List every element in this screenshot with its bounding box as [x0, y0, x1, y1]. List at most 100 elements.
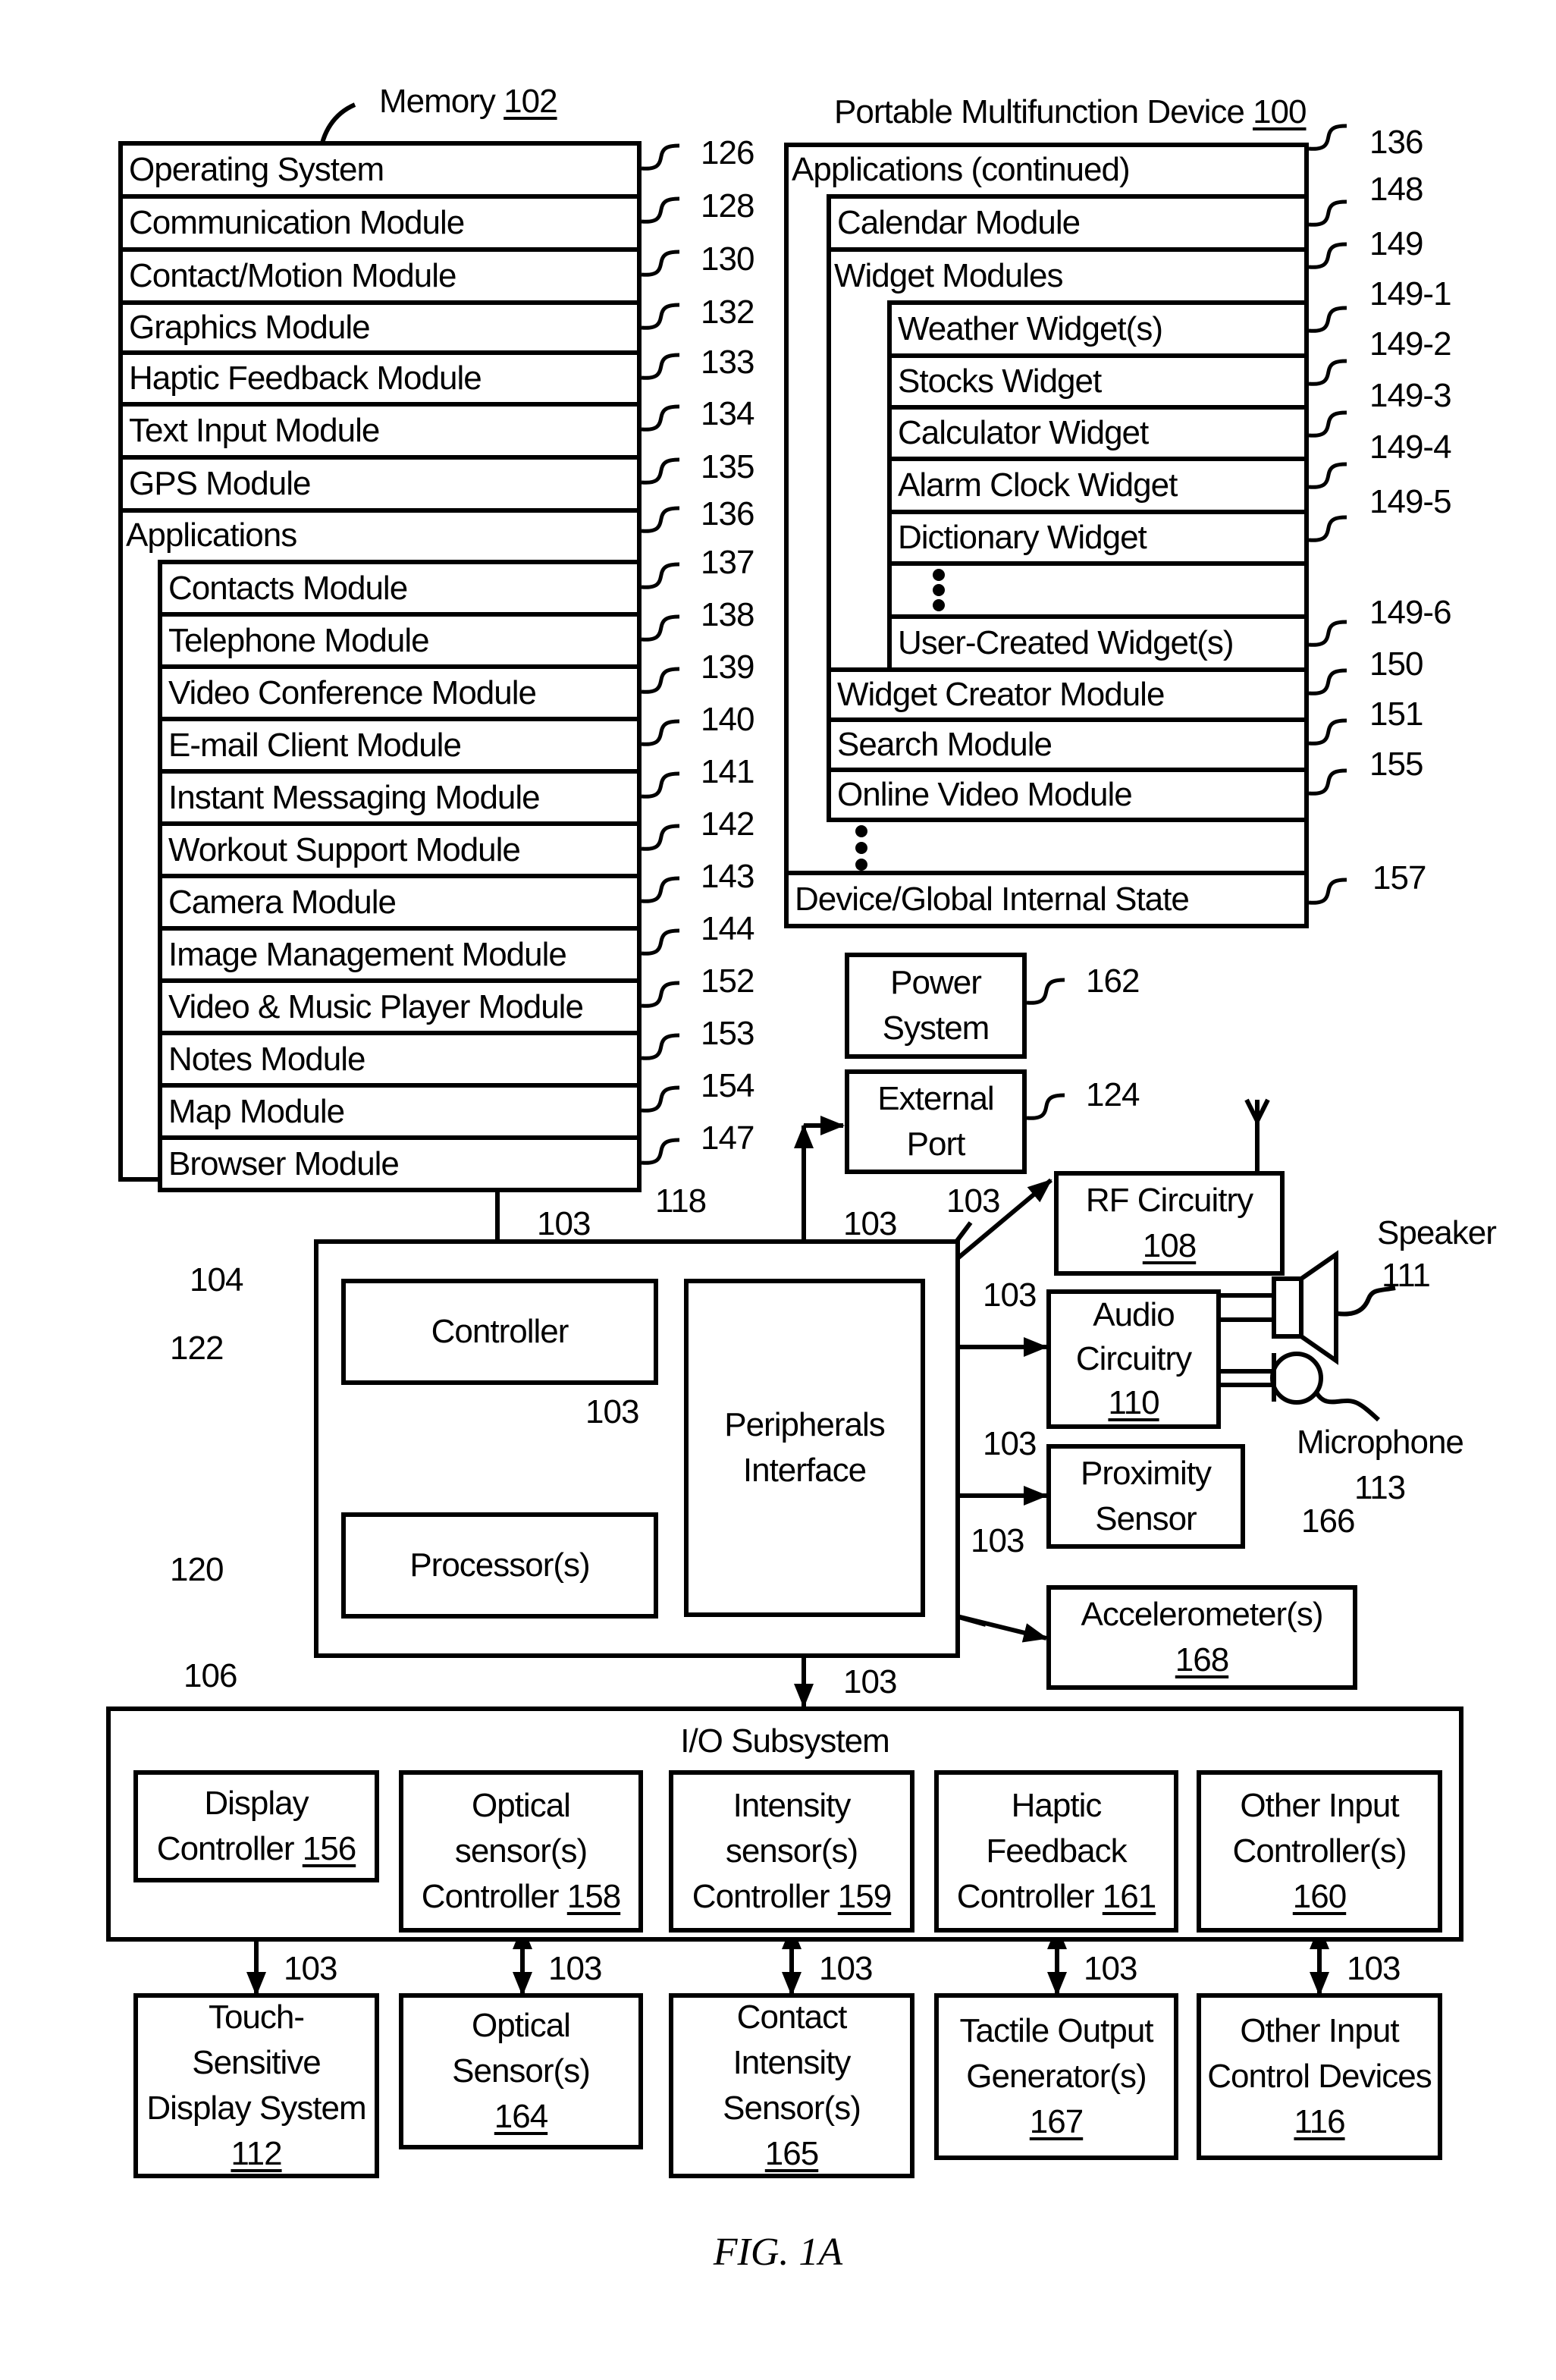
reference-leader [1308, 242, 1347, 269]
module-row: Search Module [827, 717, 1309, 772]
accelerometer-box: Accelerometer(s) 168 [1046, 1585, 1357, 1690]
speaker-icon [1272, 1276, 1303, 1339]
device-line: Sensitive [192, 2044, 322, 2081]
io-controller-line: sensor(s) [725, 1832, 858, 1870]
bus-ref: 103 [843, 1663, 897, 1700]
port-line2: Port [906, 1126, 966, 1163]
widget-ref: 149-1 [1369, 275, 1452, 312]
io-controller-num: 161 [1102, 1878, 1156, 1915]
module-row: Widget Creator Module [827, 667, 1309, 722]
audio-num: 110 [1108, 1384, 1159, 1421]
reference-leader [641, 457, 680, 485]
device-line: Display System [146, 2090, 366, 2127]
memory-row: Contact/Motion Module [118, 247, 642, 305]
app-module-ref: 139 [701, 648, 754, 686]
io-controller-line: Controller(s) [1232, 1832, 1407, 1870]
peripherals-ref: 118 [655, 1182, 707, 1220]
bus-ref: 103 [843, 1205, 897, 1242]
bus-ref: 103 [537, 1205, 591, 1242]
memory-row-ref: 134 [701, 395, 754, 432]
device-title: Portable Multifunction Device 100 [834, 93, 1307, 130]
proximity-line1: Proximity [1081, 1455, 1212, 1492]
reference-leader [641, 876, 680, 903]
bus-ref: 103 [1347, 1950, 1401, 1987]
io-controller-line: Controller [421, 1878, 560, 1915]
widget-modules-ref: 149 [1369, 225, 1423, 262]
reference-leader [1026, 1093, 1065, 1120]
memory-row: Haptic Feedback Module [118, 350, 642, 407]
memory-row-ref: 126 [701, 134, 754, 171]
processor-box: Processor(s) [341, 1512, 658, 1619]
reference-leader [1308, 124, 1347, 151]
processor-label: Processor(s) [409, 1546, 590, 1584]
widget-ref: 149-4 [1369, 429, 1452, 466]
device-line: Generator(s) [966, 2058, 1147, 2095]
app-module-ref: 154 [701, 1067, 754, 1104]
reference-leader [641, 667, 680, 694]
audio-circuitry-box: Audio Circuitry 110 [1046, 1289, 1221, 1429]
power-ref: 162 [1086, 962, 1140, 1000]
io-ref: 106 [184, 1657, 237, 1694]
app-module-row: E-mail Client Module [158, 717, 642, 774]
more-widgets-ellipsis [887, 561, 1309, 619]
app-module-ref: 137 [701, 544, 754, 581]
peripheral-device-box: Optical Sensor(s) 164 [399, 1993, 643, 2149]
device-line: Sensor(s) [723, 2090, 861, 2127]
io-controller-box: Optical sensor(s) Controller 158 [399, 1770, 643, 1933]
reference-leader [641, 404, 680, 432]
reference-leader [641, 1138, 680, 1165]
reference-leader [641, 143, 680, 171]
power-system-box: Power System [845, 953, 1027, 1059]
applications-label: Applications [126, 517, 297, 554]
app-module-row: Telephone Module [158, 612, 642, 669]
io-controller-box: Other Input Controller(s) 160 [1197, 1770, 1442, 1933]
app-module-ref: 147 [701, 1119, 754, 1157]
device-line: Intensity [733, 2044, 852, 2081]
app-module-row: Map Module [158, 1083, 642, 1140]
io-controller-line: Other Input [1240, 1787, 1399, 1824]
reference-leader [641, 506, 680, 533]
app-module-row: Notes Module [158, 1031, 642, 1088]
external-port-box: External Port [845, 1069, 1027, 1174]
widget-ref: 149-5 [1369, 483, 1452, 520]
calendar-ref: 148 [1369, 171, 1423, 208]
figure-label: FIG. 1A [713, 2231, 843, 2274]
more-apps-ellipsis [846, 824, 877, 872]
io-title: I/O Subsystem [680, 1722, 890, 1760]
microphone-label: Microphone [1297, 1424, 1464, 1461]
reference-leader [641, 196, 680, 224]
reference-leader [641, 928, 680, 956]
reference-leader [641, 614, 680, 642]
device-num: 116 [1294, 2103, 1345, 2140]
device-num: 167 [1029, 2103, 1084, 2140]
io-controller-lastline: Controller 161 [957, 1874, 1156, 1920]
widget-ref: 149-6 [1369, 594, 1452, 631]
applications-ref: 136 [701, 495, 754, 532]
state-ref: 157 [1372, 859, 1426, 896]
device-line: Contact [736, 1999, 848, 2036]
reference-leader [641, 250, 680, 277]
widget-row: Alarm Clock Widget [887, 457, 1309, 514]
reference-leader [1308, 306, 1347, 333]
memory-row: Operating System [118, 141, 642, 199]
io-controller-line: Optical [472, 1787, 571, 1824]
reference-leader [1308, 668, 1347, 695]
controller-label: Controller [431, 1313, 569, 1350]
io-controller-lastline: Controller 158 [421, 1874, 621, 1920]
device-line: Other Input [1240, 2012, 1399, 2049]
bus-accelerometer [947, 1612, 1048, 1643]
app-module-ref: 138 [701, 596, 754, 633]
controller-box: Controller [341, 1279, 658, 1385]
io-controller-num: 158 [566, 1878, 621, 1915]
controller-ref: 122 [170, 1330, 224, 1367]
io-controller-box: Intensity sensor(s) Controller 159 [669, 1770, 914, 1933]
widget-row: Stocks Widget [887, 353, 1309, 410]
rf-num: 108 [1142, 1227, 1197, 1264]
peripherals-line2: Interface [742, 1452, 867, 1489]
device-global-state-row: Device/Global Internal State [784, 871, 1309, 928]
bus-ref: 103 [983, 1276, 1037, 1314]
reference-leader [1308, 515, 1347, 542]
bus-ref: 103 [983, 1425, 1037, 1462]
bus-ref: 103 [585, 1393, 639, 1430]
bus-ref: 103 [946, 1182, 1000, 1220]
